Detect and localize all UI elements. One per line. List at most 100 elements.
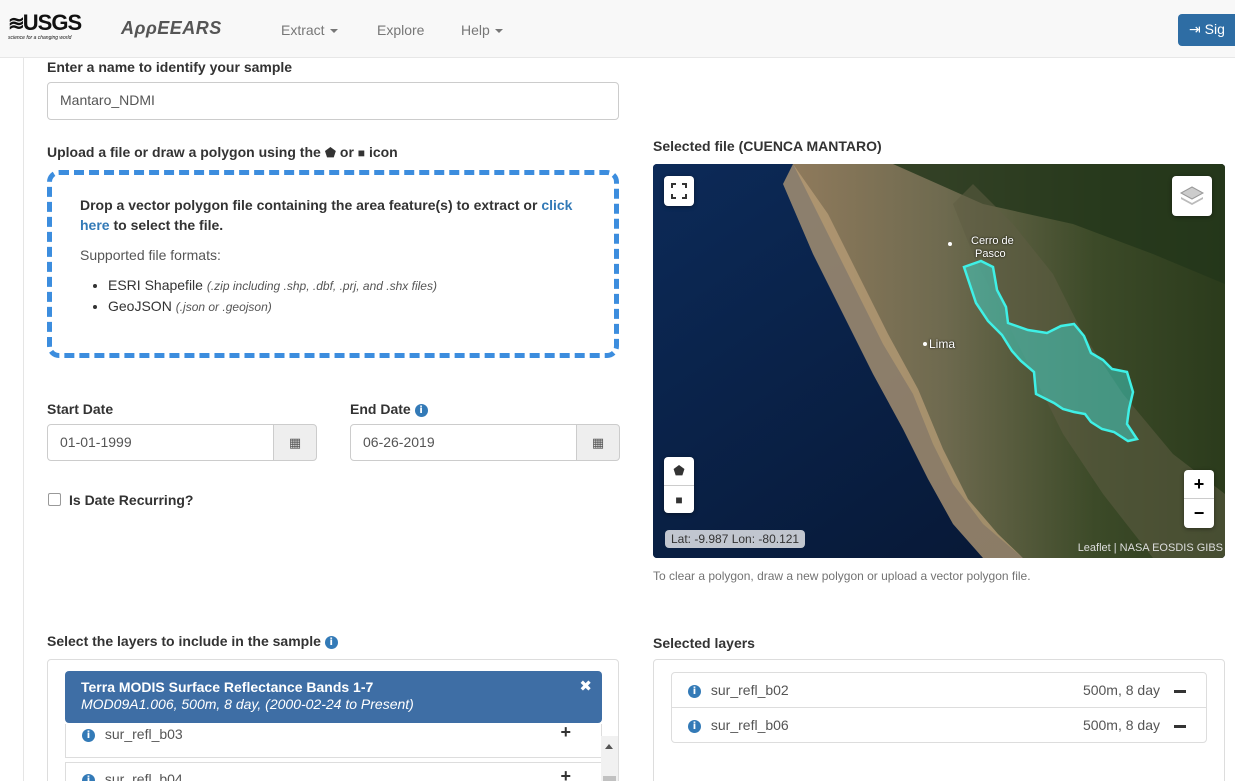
info-icon[interactable]: i bbox=[688, 684, 701, 698]
sign-in-label: Sig bbox=[1204, 21, 1225, 37]
polygon-icon: ⬟ bbox=[324, 145, 337, 160]
zoom-in-button[interactable]: + bbox=[1184, 470, 1214, 499]
add-layer-icon[interactable]: + bbox=[560, 722, 571, 743]
info-icon[interactable]: i bbox=[414, 403, 428, 417]
dropzone-text: Drop a vector polygon file containing th… bbox=[80, 197, 538, 213]
coordinates-readout: Lat: -9.987 Lon: -80.121 bbox=[665, 530, 806, 548]
layer-resolution: 500m, 8 day bbox=[1082, 717, 1160, 733]
calendar-icon: ▦ bbox=[288, 434, 302, 450]
selected-layer-row[interactable]: i sur_refl_b06 500m, 8 day bbox=[671, 707, 1207, 743]
start-date-label: Start Date bbox=[47, 401, 114, 417]
end-date-input[interactable]: 06-26-2019 bbox=[350, 424, 578, 461]
close-icon[interactable]: ✖ bbox=[579, 677, 592, 695]
city-label-line: Pasco bbox=[975, 248, 1006, 260]
city-label-cerro-de-pasco: Cerro de Pasco bbox=[971, 235, 1014, 261]
sign-in-button[interactable]: ⇥ Sig bbox=[1178, 14, 1235, 46]
select-layers-label: Select the layers to include in the samp… bbox=[47, 633, 338, 649]
layer-name: sur_refl_b06 bbox=[710, 717, 789, 733]
available-layer-row[interactable]: i sur_refl_b04 + bbox=[65, 762, 602, 781]
format-detail: (.json or .geojson) bbox=[175, 300, 272, 314]
start-date-input[interactable]: 01-01-1999 bbox=[47, 424, 275, 461]
info-icon[interactable]: i bbox=[324, 635, 338, 649]
layer-resolution-group: 500m, 8 day bbox=[1083, 682, 1186, 698]
usgs-wave-icon: ≋ bbox=[8, 13, 25, 35]
info-icon[interactable]: i bbox=[82, 728, 95, 742]
draw-toolbar: ⬟ ■ bbox=[664, 457, 694, 513]
remove-layer-icon[interactable] bbox=[1174, 724, 1186, 728]
city-marker bbox=[923, 342, 927, 346]
nav-extract-menu[interactable]: Extract bbox=[281, 22, 338, 38]
scrollbar[interactable] bbox=[601, 736, 618, 781]
layer-name: sur_refl_b03 bbox=[104, 726, 183, 742]
layer-resolution-group: 500m, 8 day bbox=[1083, 717, 1186, 733]
usgs-logo-tagline: science for a changing world bbox=[8, 35, 72, 41]
supported-formats-label: Supported file formats: bbox=[80, 247, 221, 263]
appeears-brand[interactable]: AρρEEARS bbox=[121, 18, 222, 39]
sample-name-input[interactable]: Mantaro_NDMI bbox=[47, 82, 619, 120]
recurring-label: Is Date Recurring? bbox=[69, 492, 194, 508]
selected-file-label: Selected file (CUENCA MANTARO) bbox=[653, 138, 882, 154]
zoom-out-button[interactable]: − bbox=[1194, 499, 1205, 528]
end-date-label-text: End Date bbox=[350, 401, 411, 417]
end-date-picker-button[interactable]: ▦ bbox=[576, 424, 620, 461]
map-hint: To clear a polygon, draw a new polygon o… bbox=[653, 569, 1031, 583]
city-label-lima: Lima bbox=[929, 337, 956, 351]
add-layer-icon[interactable]: + bbox=[560, 766, 571, 781]
recurring-checkbox[interactable] bbox=[48, 493, 61, 506]
chevron-down-icon bbox=[329, 29, 338, 34]
chevron-down-icon bbox=[494, 29, 503, 34]
nav-help-menu[interactable]: Help bbox=[461, 22, 503, 38]
list-item: ESRI Shapefile (.zip including .shp, .db… bbox=[108, 275, 586, 296]
zoom-control: + − bbox=[1184, 470, 1214, 528]
layers-icon bbox=[1179, 186, 1205, 205]
layer-name: sur_refl_b02 bbox=[710, 682, 789, 698]
selected-layers-label: Selected layers bbox=[653, 635, 755, 651]
product-header[interactable]: Terra MODIS Surface Reflectance Bands 1-… bbox=[65, 671, 602, 723]
available-layer-row[interactable]: i sur_refl_b03 + bbox=[65, 722, 602, 758]
upload-label: Upload a file or draw a polygon using th… bbox=[47, 144, 398, 161]
info-icon[interactable]: i bbox=[82, 773, 95, 781]
scroll-up-icon[interactable] bbox=[605, 744, 613, 749]
start-date-picker-button[interactable]: ▦ bbox=[273, 424, 317, 461]
satellite-imagery bbox=[653, 164, 1225, 558]
left-gutter-divider bbox=[23, 58, 24, 781]
map-attribution[interactable]: Leaflet | NASA EOSDIS GIBS bbox=[1078, 542, 1223, 554]
sign-in-icon: ⇥ bbox=[1189, 21, 1201, 37]
usgs-logo[interactable]: ≋USGS science for a changing world bbox=[8, 12, 86, 48]
formats-list: ESRI Shapefile (.zip including .shp, .db… bbox=[80, 275, 586, 317]
file-dropzone[interactable]: Drop a vector polygon file containing th… bbox=[47, 170, 619, 358]
format-name: GeoJSON bbox=[108, 298, 172, 314]
layers-control-button[interactable] bbox=[1172, 176, 1212, 216]
upload-label-pre: Upload a file or draw a polygon using th… bbox=[47, 144, 321, 160]
city-label-line: Cerro de bbox=[971, 235, 1014, 247]
info-icon[interactable]: i bbox=[688, 719, 701, 733]
selected-layer-row[interactable]: i sur_refl_b02 500m, 8 day bbox=[671, 672, 1207, 708]
fullscreen-button[interactable] bbox=[664, 176, 694, 206]
map-view[interactable]: Cerro de Pasco Lima ⬟ ■ + − Lat: -9.987 L… bbox=[653, 164, 1225, 558]
end-date-label: End Date i bbox=[350, 401, 428, 417]
draw-rectangle-icon[interactable]: ■ bbox=[664, 485, 694, 513]
upload-label-post: icon bbox=[368, 144, 398, 160]
format-name: ESRI Shapefile bbox=[108, 277, 203, 293]
layer-resolution: 500m, 8 day bbox=[1082, 682, 1160, 698]
draw-polygon-icon[interactable]: ⬟ bbox=[673, 457, 684, 485]
nav-extract-label: Extract bbox=[281, 22, 325, 38]
usgs-logo-text: USGS bbox=[22, 10, 82, 35]
rectangle-icon: ■ bbox=[357, 146, 366, 160]
nav-help-label: Help bbox=[461, 22, 490, 38]
scrollbar-thumb[interactable] bbox=[603, 776, 616, 781]
fullscreen-icon bbox=[671, 183, 687, 199]
product-subtitle: MOD09A1.006, 500m, 8 day, (2000-02-24 to… bbox=[81, 696, 414, 712]
calendar-icon: ▦ bbox=[591, 434, 605, 450]
dropzone-instructions: Drop a vector polygon file containing th… bbox=[80, 195, 586, 235]
top-navbar: ≋USGS science for a changing world AρρEE… bbox=[0, 0, 1235, 58]
nav-explore-link[interactable]: Explore bbox=[377, 22, 424, 38]
format-detail: (.zip including .shp, .dbf, .prj, and .s… bbox=[206, 279, 437, 293]
dropzone-text-end: to select the file. bbox=[113, 217, 224, 233]
product-title: Terra MODIS Surface Reflectance Bands 1-… bbox=[81, 679, 374, 695]
city-marker bbox=[948, 242, 952, 246]
upload-label-or: or bbox=[339, 144, 354, 160]
select-layers-label-text: Select the layers to include in the samp… bbox=[47, 633, 321, 649]
sample-name-label: Enter a name to identify your sample bbox=[47, 59, 293, 75]
remove-layer-icon[interactable] bbox=[1174, 689, 1186, 693]
